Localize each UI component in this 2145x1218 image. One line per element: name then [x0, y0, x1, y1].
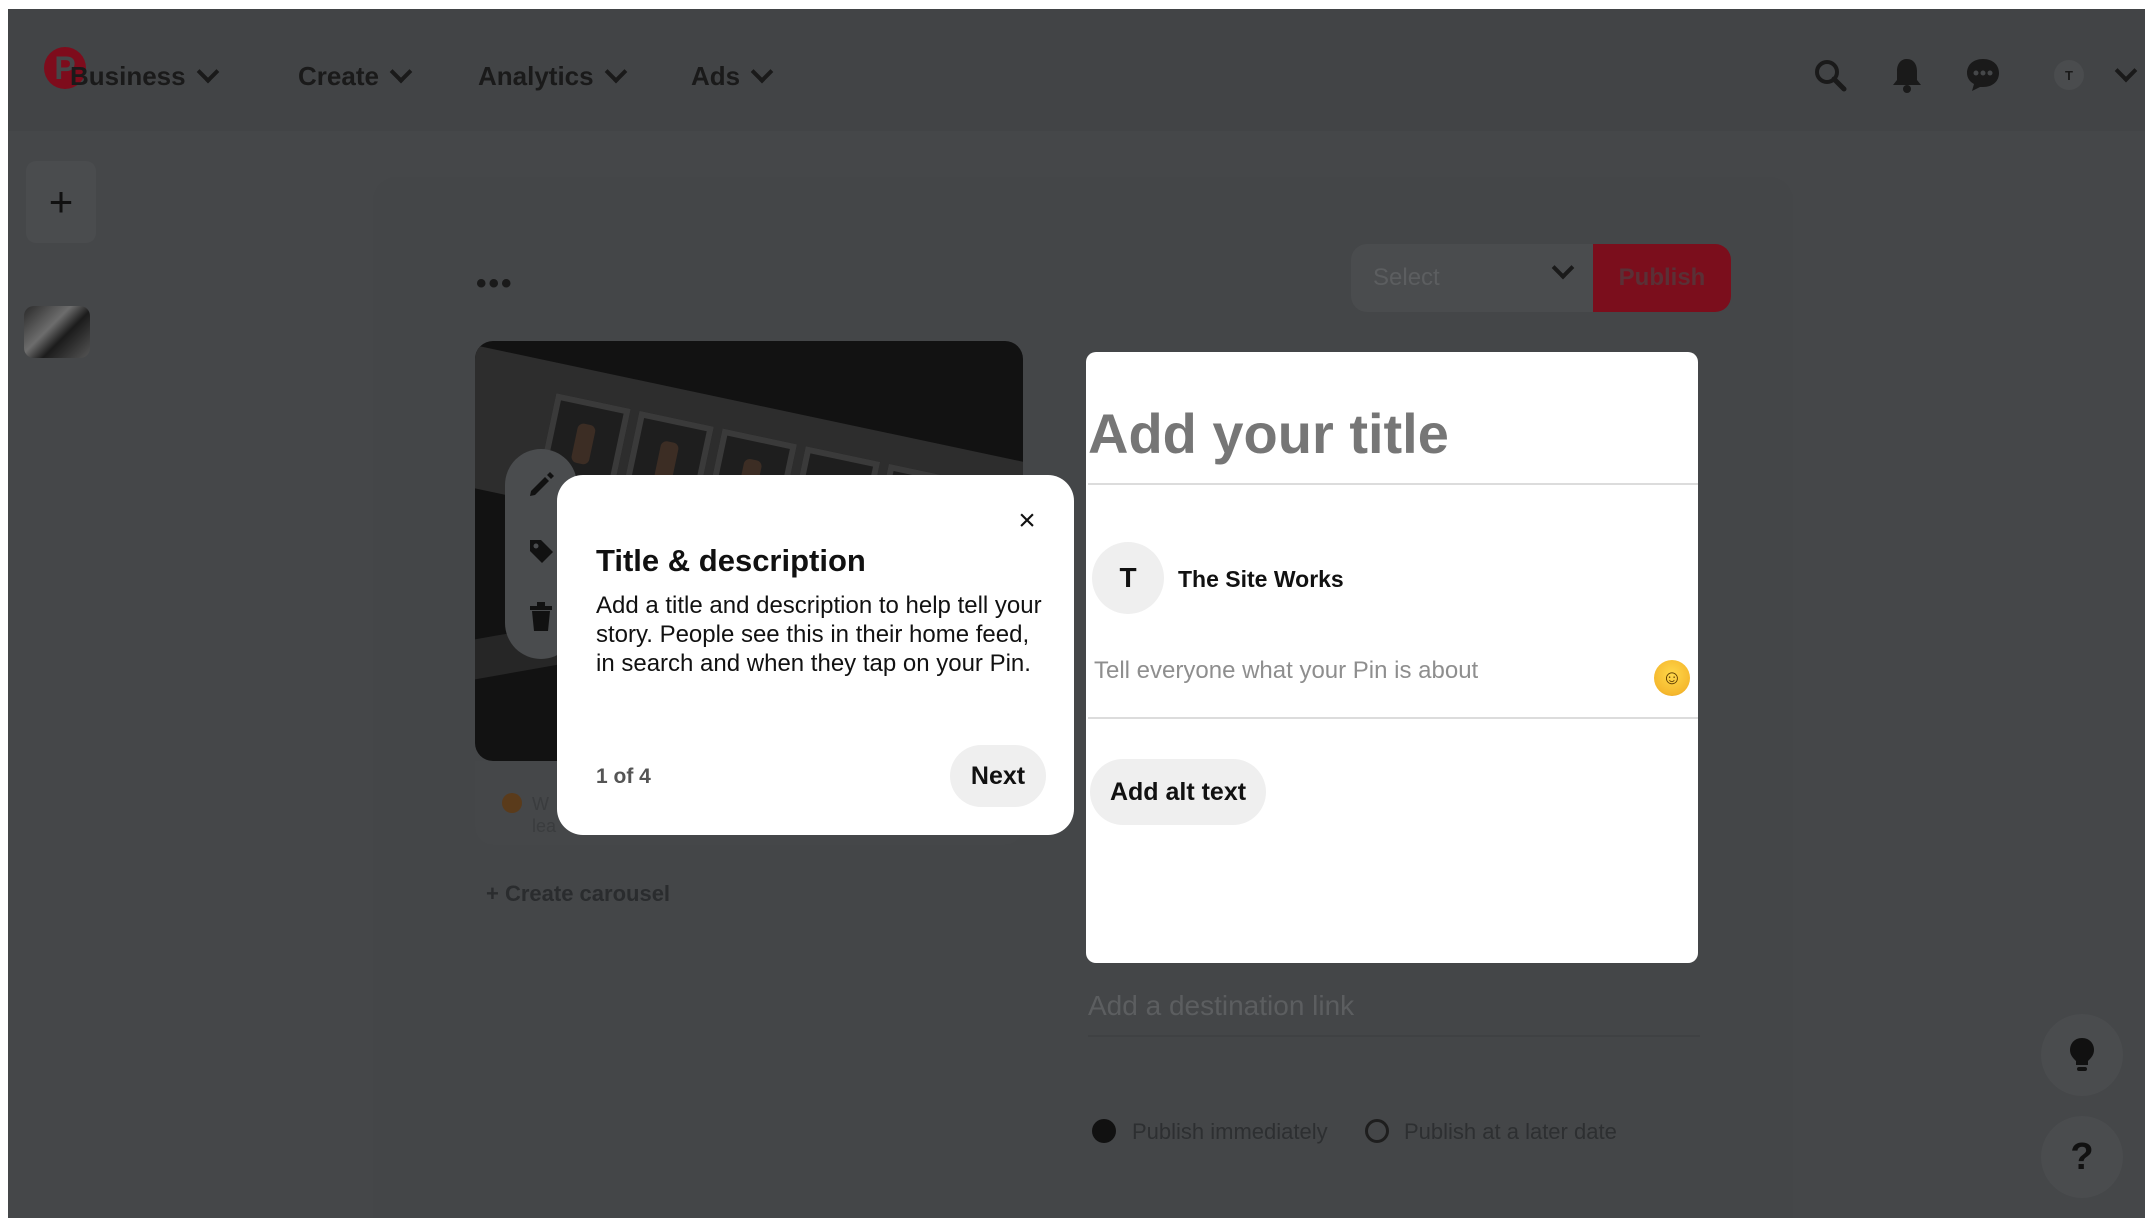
board-select[interactable]: Select: [1351, 244, 1593, 312]
emoji-picker-icon[interactable]: ☺: [1654, 660, 1690, 696]
add-pin-button[interactable]: +: [26, 161, 96, 243]
divider: [1088, 483, 1698, 485]
search-icon[interactable]: [1808, 53, 1852, 97]
chevron-down-icon: [604, 60, 627, 84]
nav-business-label: Business: [70, 60, 186, 91]
nav-create[interactable]: Create: [298, 59, 413, 93]
nav-ads[interactable]: Ads: [691, 59, 774, 93]
publish-later-radio[interactable]: [1365, 1119, 1389, 1143]
nav-analytics[interactable]: Analytics: [478, 59, 627, 93]
warning-icon: [502, 793, 522, 813]
close-icon[interactable]: ×: [1011, 504, 1043, 537]
avatar[interactable]: T: [2054, 60, 2084, 90]
chevron-down-icon: [196, 60, 219, 84]
chevron-down-icon: [750, 60, 774, 84]
author-name: The Site Works: [1178, 566, 1344, 592]
description-input[interactable]: Tell everyone what your Pin is about: [1094, 657, 1478, 685]
destination-link-input[interactable]: Add a destination link: [1088, 990, 1354, 1022]
nav-create-label: Create: [298, 60, 379, 91]
screen-frame: P Business Create Analytics Ads T + ••• …: [8, 9, 2145, 1218]
divider: [1088, 717, 1698, 719]
nav-analytics-label: Analytics: [478, 60, 594, 91]
divider: [1088, 1035, 1700, 1037]
help-button[interactable]: ?: [2041, 1116, 2123, 1198]
more-options-button[interactable]: •••: [476, 267, 514, 301]
popover-step-counter: 1 of 4: [596, 765, 651, 788]
draft-pin-thumbnail[interactable]: [24, 306, 90, 358]
chevron-down-icon: [1551, 256, 1575, 280]
lightbulb-icon[interactable]: [2041, 1014, 2123, 1096]
bell-icon[interactable]: [1885, 53, 1929, 97]
warning-text: W lea: [532, 794, 557, 836]
plus-icon: +: [48, 178, 74, 225]
popover-body: Add a title and description to help tell…: [596, 592, 1042, 677]
add-alt-text-button[interactable]: Add alt text: [1090, 759, 1266, 825]
publish-immediately-label[interactable]: Publish immediately: [1132, 1119, 1328, 1145]
publish-button[interactable]: Publish: [1593, 244, 1731, 312]
account-chevron-down-icon[interactable]: [2104, 53, 2145, 97]
title-input[interactable]: Add your title: [1088, 401, 1449, 466]
popover-title: Title & description: [596, 543, 866, 578]
board-select-value: Select: [1373, 264, 1440, 291]
create-carousel-button[interactable]: + Create carousel: [486, 881, 670, 907]
nav-business[interactable]: Business: [70, 59, 219, 93]
publish-later-label[interactable]: Publish at a later date: [1404, 1119, 1617, 1145]
chat-icon[interactable]: [1961, 53, 2005, 97]
chevron-down-icon: [389, 60, 413, 84]
author-avatar: T: [1092, 542, 1164, 614]
publish-immediately-radio[interactable]: [1092, 1119, 1116, 1143]
next-button[interactable]: Next: [950, 745, 1046, 807]
nav-ads-label: Ads: [691, 60, 741, 91]
